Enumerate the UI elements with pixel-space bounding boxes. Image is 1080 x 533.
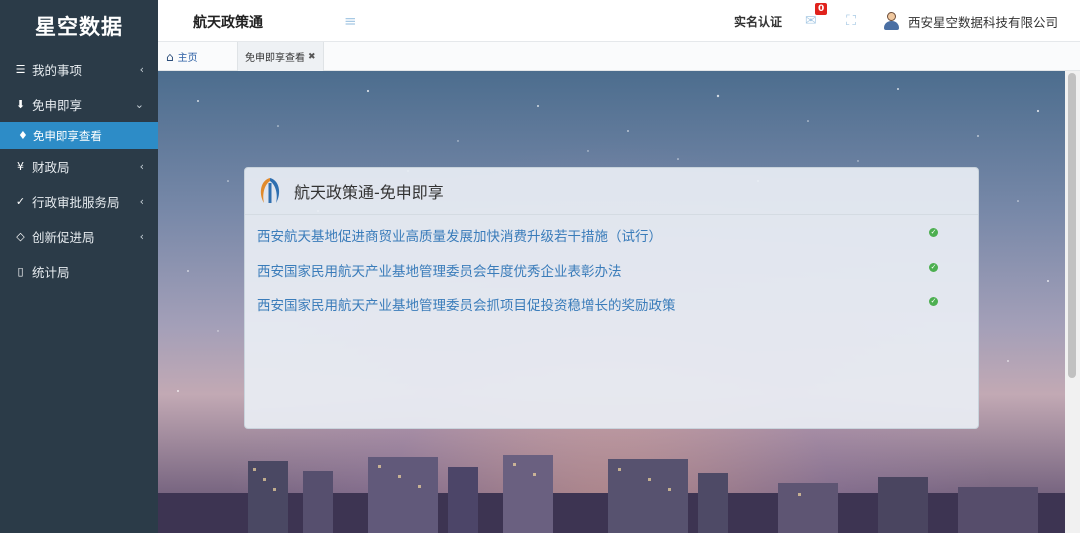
panel-title: 航天政策通-免申即享 xyxy=(294,183,444,202)
menu-toggle-icon[interactable]: ≡ xyxy=(344,13,360,29)
tag-icon: ♦ xyxy=(18,129,28,142)
home-icon: ⌂ xyxy=(166,49,174,64)
policy-link[interactable]: 西安国家民用航天产业基地管理委员会抓项目促投资稳增长的奖励政策 xyxy=(257,294,676,314)
tab-bar: ⌂ 主页 免申即享查看 ✖ xyxy=(158,42,1080,71)
policy-panel: 航天政策通-免申即享 西安航天基地促进商贸业高质量发展加快消费升级若干措施（试行… xyxy=(244,167,979,429)
notification-badge: 0 xyxy=(814,3,828,15)
document-icon: ▯ xyxy=(17,265,24,278)
user-company-name[interactable]: 西安星空数据科技有限公司 xyxy=(908,12,1058,31)
sidebar-item-label: 行政审批服务局 xyxy=(32,195,120,210)
chevron-left-icon: ‹ xyxy=(139,63,144,76)
avatar-body xyxy=(883,21,899,30)
top-bar: 航天政策通 ≡ 实名认证 ✉ 0 ⛶ 西安星空数据科技有限公司 xyxy=(158,0,1080,42)
chevron-left-icon: ‹ xyxy=(139,195,144,208)
app-logo-icon xyxy=(260,178,280,203)
main-content: 航天政策通-免申即享 西安航天基地促进商贸业高质量发展加快消费升级若干措施（试行… xyxy=(158,71,1065,533)
tab-home[interactable]: ⌂ 主页 xyxy=(166,42,198,71)
close-icon[interactable]: ✖ xyxy=(308,52,316,62)
sidebar-item-label: 我的事项 xyxy=(32,63,83,78)
check-circle-icon: ✓ xyxy=(929,263,938,272)
policy-link[interactable]: 西安航天基地促进商贸业高质量发展加快消费升级若干措施（试行） xyxy=(257,225,662,245)
list-icon: ☰ xyxy=(15,63,26,76)
sidebar-item-finance-bureau[interactable]: ¥ 财政局 ‹ xyxy=(0,149,158,184)
tab-exempt-view[interactable]: 免申即享查看 ✖ xyxy=(237,42,324,71)
avatar[interactable] xyxy=(883,12,899,30)
check-circle-icon: ✓ xyxy=(929,228,938,237)
notification-bell-icon[interactable]: ✉ 0 xyxy=(805,3,828,29)
real-name-auth-link[interactable]: 实名认证 xyxy=(734,13,782,30)
chevron-left-icon: ‹ xyxy=(139,160,144,173)
sidebar-item-label: 财政局 xyxy=(32,160,70,175)
sidebar-item-statistics-bureau[interactable]: ▯ 统计局 xyxy=(0,254,158,289)
sidebar-item-label: 统计局 xyxy=(32,265,70,280)
chevron-down-icon: ⌄ xyxy=(134,98,144,111)
sidebar-item-innovation-bureau[interactable]: ◇ 创新促进局 ‹ xyxy=(0,219,158,254)
brand-logo: 星空数据 xyxy=(35,15,123,39)
sidebar-item-admin-approval[interactable]: ✓ 行政审批服务局 ‹ xyxy=(0,184,158,219)
panel-header: 航天政策通-免申即享 xyxy=(245,168,978,215)
sidebar-item-exempt-enjoy[interactable]: ⬇ 免申即享 ⌄ xyxy=(0,87,158,122)
check-square-icon: ✓ xyxy=(15,195,26,208)
sidebar-item-label: 免申即享 xyxy=(32,98,83,113)
top-right-tools: 实名认证 ✉ 0 ⛶ 西安星空数据科技有限公司 xyxy=(734,0,1080,42)
avatar-head xyxy=(886,12,896,21)
check-circle-icon: ✓ xyxy=(929,297,938,306)
policy-link[interactable]: 西安国家民用航天产业基地管理委员会年度优秀企业表彰办法 xyxy=(257,260,622,280)
tab-label: 主页 xyxy=(177,53,198,64)
city-skyline-background xyxy=(158,455,1065,533)
fullscreen-icon[interactable]: ⛶ xyxy=(843,13,859,29)
sidebar-item-label: 创新促进局 xyxy=(32,230,95,245)
tab-label: 免申即享查看 xyxy=(245,53,305,64)
diamond-icon: ◇ xyxy=(16,230,25,243)
sidebar-subitem-exempt-view[interactable]: ♦ 免申即享查看 xyxy=(0,122,158,149)
chevron-left-icon: ‹ xyxy=(139,230,144,243)
scrollbar-thumb[interactable] xyxy=(1068,73,1076,378)
yen-icon: ¥ xyxy=(17,160,24,173)
content-scrollbar[interactable] xyxy=(1065,71,1080,533)
sidebar: 星空数据 ☰ 我的事项 ‹ ⬇ 免申即享 ⌄ ♦ 免申即享查看 ¥ 财政局 ‹ … xyxy=(0,0,158,533)
sidebar-item-label: 免申即享查看 xyxy=(32,128,102,143)
app-title: 航天政策通 xyxy=(193,15,263,31)
sidebar-item-my-tasks[interactable]: ☰ 我的事项 ‹ xyxy=(0,52,158,87)
download-icon: ⬇ xyxy=(15,98,26,111)
